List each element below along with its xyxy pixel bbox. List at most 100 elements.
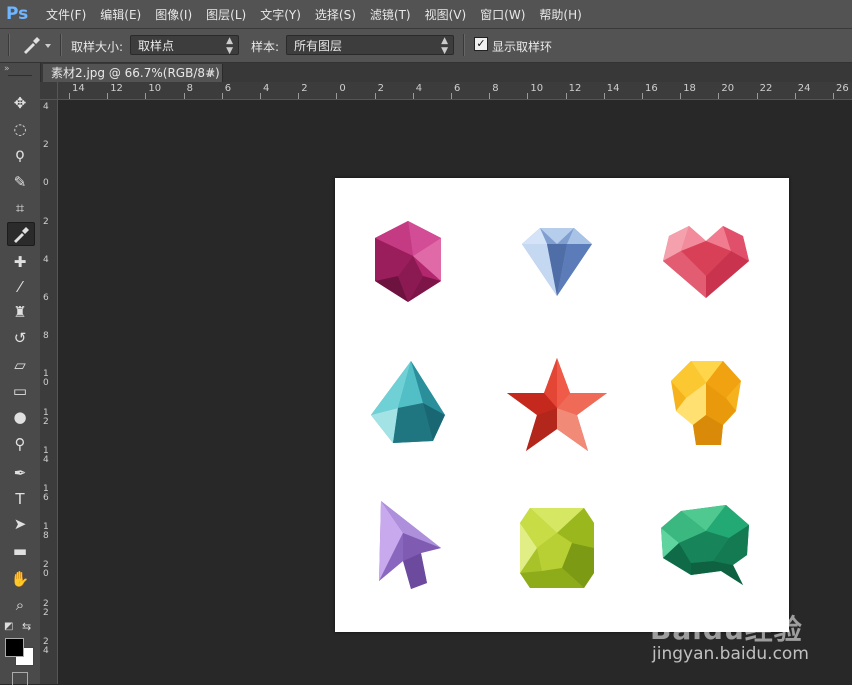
- pen-tool-icon[interactable]: ✒: [7, 462, 33, 484]
- ruler-tick: [107, 93, 109, 99]
- ruler-h-label: 4: [263, 83, 270, 94]
- select-arrows-icon: ▲ ▼: [441, 36, 448, 56]
- quick-select-tool-icon[interactable]: ✎: [7, 171, 33, 193]
- hand-tool-icon[interactable]: ✋: [7, 568, 33, 590]
- ruler-h-label: 8: [186, 83, 193, 94]
- document-tab[interactable]: 素材2.jpg @ 66.7%(RGB/8#) ×: [43, 64, 223, 83]
- sample-label: 样本:: [251, 40, 280, 54]
- sample-select[interactable]: 所有图层 ▲ ▼: [286, 35, 454, 56]
- sample-size-value: 取样点: [138, 39, 175, 53]
- ruler-tick: [412, 93, 414, 99]
- ruler-h-label: 10: [148, 83, 162, 94]
- menu-view[interactable]: 视图(V): [425, 6, 467, 23]
- eyedropper-icon: [14, 227, 29, 243]
- gradient-tool-icon[interactable]: ▭: [7, 380, 33, 402]
- arrow-cursor-gem-icon: [379, 501, 441, 589]
- ruler-tick: [298, 93, 300, 99]
- foreground-color-swatch[interactable]: [5, 638, 24, 657]
- brush-tool-icon[interactable]: ⁄: [7, 276, 33, 298]
- type-tool-icon[interactable]: T: [7, 488, 33, 510]
- ruler-tick: [565, 93, 567, 99]
- lasso-tool-icon[interactable]: ϙ: [7, 143, 33, 165]
- ruler-h-label: 12: [110, 83, 123, 94]
- star-gem-icon: [507, 358, 607, 451]
- ruler-v-label: 16: [43, 484, 49, 503]
- menu-filter[interactable]: 滤镜(T): [370, 6, 411, 23]
- ruler-h-label: 2: [377, 83, 384, 94]
- menu-window[interactable]: 窗口(W): [480, 6, 525, 23]
- ruler-tick: [603, 93, 605, 99]
- ruler-tick: [680, 93, 682, 99]
- tool-preset-picker[interactable]: [20, 35, 54, 55]
- ruler-h-label: 10: [530, 83, 544, 94]
- ruler-v-label: 4: [43, 254, 49, 265]
- eraser-tool-icon[interactable]: ▱: [7, 354, 33, 376]
- ruler-v-label: 8: [43, 331, 49, 342]
- ruler-h-label: 14: [606, 83, 620, 94]
- ruler-h-label: 22: [759, 83, 773, 94]
- ruler-h-label: 14: [72, 83, 85, 94]
- ruler-v-label: 0: [43, 178, 49, 189]
- clone-stamp-tool-icon[interactable]: ♜: [7, 301, 33, 323]
- menu-help[interactable]: 帮助(H): [539, 6, 581, 23]
- ruler-h-label: 4: [415, 83, 423, 94]
- move-tool-icon[interactable]: ✥: [7, 92, 33, 114]
- hexagon-gem-icon: [375, 221, 441, 302]
- menu-image[interactable]: 图像(I): [155, 6, 192, 23]
- ruler-tick: [374, 93, 376, 99]
- ruler-h-label: 2: [301, 83, 308, 94]
- ruler-h-label: 12: [568, 83, 582, 94]
- menu-items: 文件(F) 编辑(E) 图像(I) 图层(L) 文字(Y) 选择(S) 滤镜(T…: [46, 0, 596, 28]
- menu-type[interactable]: 文字(Y): [260, 6, 301, 23]
- ruler-tick: [260, 93, 261, 99]
- quick-mask-icon[interactable]: [12, 672, 28, 685]
- heart-gem-icon: [663, 226, 749, 298]
- ruler-v-label: 22: [43, 598, 49, 618]
- menu-file[interactable]: 文件(F): [46, 6, 86, 23]
- healing-brush-tool-icon[interactable]: ✚: [7, 251, 33, 273]
- ruler-h-label: 26: [836, 83, 849, 94]
- ruler-h-label: 6: [454, 83, 461, 94]
- bulb-gem-icon: [671, 361, 741, 445]
- dodge-tool-icon[interactable]: ⚲: [7, 433, 33, 455]
- ruler-h-label: 20: [721, 83, 735, 94]
- diamond-gem-icon: [522, 228, 592, 296]
- select-arrows-icon: ▲ ▼: [226, 36, 233, 56]
- swap-colors-icon[interactable]: ⇆: [22, 620, 31, 633]
- ruler-tick: [527, 93, 529, 99]
- zoom-tool-icon[interactable]: ⌕: [7, 594, 33, 616]
- photoshop-logo: Ps: [6, 4, 29, 24]
- ruler-h-label: 18: [683, 83, 696, 94]
- show-ring-checkbox[interactable]: ✓: [474, 37, 488, 51]
- ruler-h-label: 0: [339, 83, 346, 94]
- eyedropper-tool-icon[interactable]: [7, 222, 35, 246]
- menu-edit[interactable]: 编辑(E): [100, 6, 141, 23]
- crop-tool-icon[interactable]: ⌗: [7, 197, 33, 219]
- sample-size-select[interactable]: 取样点 ▲ ▼: [130, 35, 239, 56]
- menu-layer[interactable]: 图层(L): [206, 6, 246, 23]
- ruler-tick: [642, 93, 643, 99]
- blur-tool-icon[interactable]: ●: [7, 406, 33, 428]
- rectangle-tool-icon[interactable]: ▬: [7, 540, 33, 562]
- toolbox-divider: [8, 75, 32, 76]
- ruler-h-label: 24: [797, 83, 811, 94]
- path-select-tool-icon[interactable]: ➤: [7, 513, 33, 535]
- ruler-tick: [145, 93, 147, 99]
- default-colors-icon[interactable]: ◩: [4, 621, 13, 632]
- baidu-watermark-logo: Baidu经验: [650, 613, 803, 646]
- tab-close-icon[interactable]: ×: [207, 64, 216, 83]
- ruler-h-label: 8: [492, 83, 499, 94]
- ruler-tick: [756, 93, 758, 99]
- speech-bubble-gem-icon: [661, 505, 749, 585]
- toolbox-collapse-icon[interactable]: »: [4, 64, 10, 74]
- ruler-tick: [69, 93, 70, 99]
- menu-select[interactable]: 选择(S): [315, 6, 356, 23]
- square-gem-icon: [520, 508, 594, 588]
- document-canvas[interactable]: [335, 178, 789, 632]
- history-brush-tool-icon[interactable]: ↺: [7, 327, 33, 349]
- ruler-tick: [489, 93, 491, 99]
- ruler-tick: [718, 93, 720, 99]
- marquee-tool-icon[interactable]: ◌: [7, 118, 33, 140]
- options-grip: [8, 34, 10, 56]
- ruler-origin[interactable]: [40, 82, 58, 100]
